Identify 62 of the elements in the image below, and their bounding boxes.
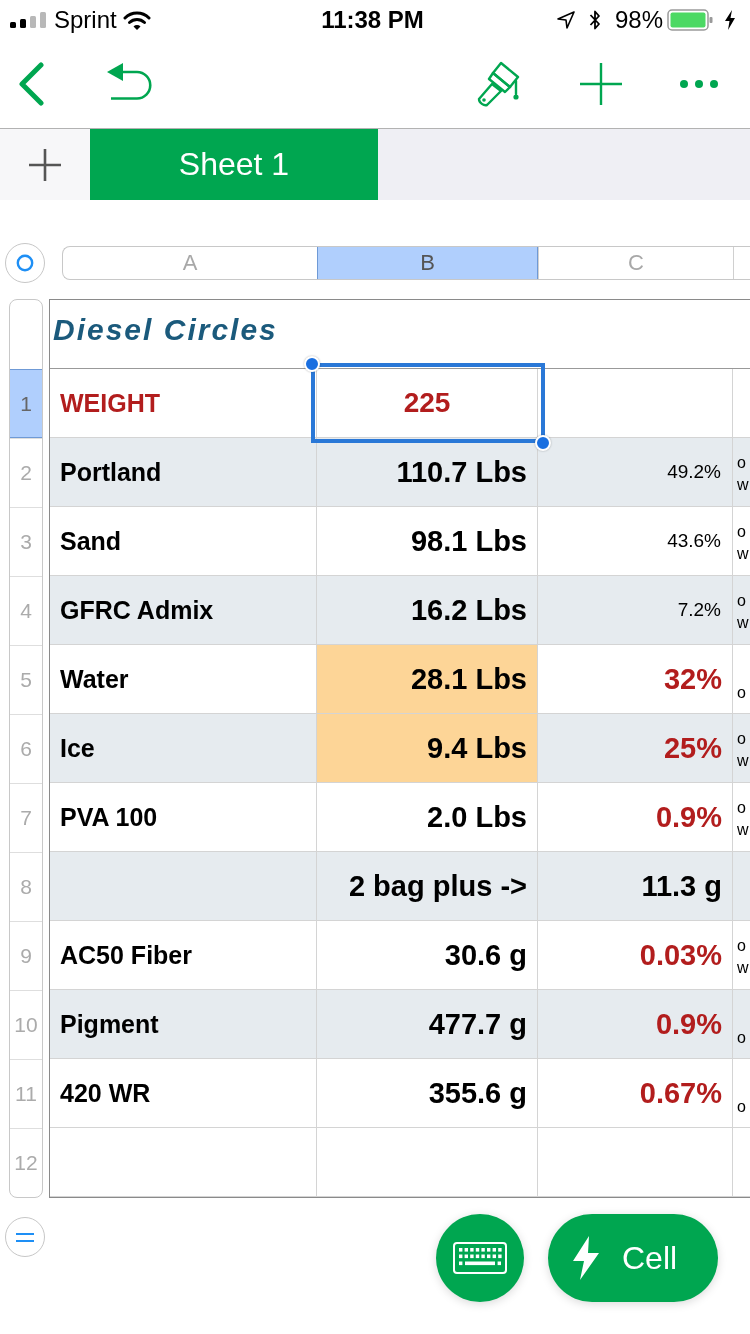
table-cell[interactable]: 0.67% <box>538 1059 733 1128</box>
plus-icon <box>29 148 61 181</box>
carrier-name: Sprint <box>54 6 117 34</box>
bluetooth-icon <box>588 9 601 31</box>
location-icon <box>556 11 575 29</box>
paintbrush-icon[interactable] <box>476 61 522 107</box>
table-title: Diesel Circles <box>52 313 278 347</box>
table-cell[interactable]: 420 WR <box>50 1059 317 1128</box>
clock-time: 11:38 PM <box>321 6 424 34</box>
table-cell[interactable]: 25% <box>538 714 733 783</box>
table-cell[interactable]: 225 <box>317 369 538 438</box>
table-cell[interactable]: o w <box>733 438 750 507</box>
keyboard-button[interactable] <box>436 1214 524 1302</box>
table-cell[interactable]: PVA 100 <box>50 783 317 852</box>
table-cell[interactable]: 355.6 g <box>317 1059 538 1128</box>
column-header[interactable]: B <box>317 247 538 279</box>
selection-handle[interactable] <box>304 356 320 372</box>
table-cell[interactable]: AC50 Fiber <box>50 921 317 990</box>
table-cell[interactable]: Portland <box>50 438 317 507</box>
table-cell[interactable]: WEIGHT <box>50 369 317 438</box>
table-cell[interactable]: 0.9% <box>538 990 733 1059</box>
table-cell[interactable]: Sand <box>50 507 317 576</box>
table-cell[interactable]: 0.9% <box>538 783 733 852</box>
keyboard-icon <box>453 1242 507 1274</box>
table-cell[interactable]: 49.2% <box>538 438 733 507</box>
add-sheet-button[interactable] <box>0 129 90 200</box>
table-cell[interactable]: o w <box>733 576 750 645</box>
table-cell[interactable]: GFRC Admix <box>50 576 317 645</box>
table-cell[interactable]: o <box>733 990 750 1059</box>
charging-icon <box>725 10 735 30</box>
lightning-icon <box>572 1236 600 1280</box>
table-cell[interactable]: 32% <box>538 645 733 714</box>
more-icon[interactable] <box>680 79 718 89</box>
table-cell[interactable]: 16.2 Lbs <box>317 576 538 645</box>
table-cell[interactable]: o w <box>733 714 750 783</box>
table-cell[interactable]: Ice <box>50 714 317 783</box>
table-cell[interactable]: 477.7 g <box>317 990 538 1059</box>
table-cell[interactable]: 110.7 Lbs <box>317 438 538 507</box>
select-all-button[interactable] <box>5 243 45 283</box>
wifi-icon <box>122 10 151 30</box>
table-cell[interactable]: 9.4 Lbs <box>317 714 538 783</box>
table-cell[interactable]: Pigment <box>50 990 317 1059</box>
table-cell[interactable]: 0.03% <box>538 921 733 990</box>
table-cell[interactable]: 28.1 Lbs <box>317 645 538 714</box>
add-icon[interactable] <box>580 63 622 105</box>
table-cell[interactable]: 11.3 g <box>538 852 733 921</box>
table-cell[interactable]: 7.2% <box>538 576 733 645</box>
signal-icon <box>10 12 48 28</box>
table-cell[interactable]: Water <box>50 645 317 714</box>
table-cell[interactable]: 98.1 Lbs <box>317 507 538 576</box>
equals-button[interactable] <box>5 1217 45 1257</box>
table-cell[interactable]: 43.6% <box>538 507 733 576</box>
row-header[interactable]: 1 <box>10 369 42 438</box>
equals-icon <box>16 1232 34 1242</box>
undo-icon[interactable] <box>107 63 153 101</box>
battery-icon <box>667 9 713 31</box>
table-cell[interactable]: 30.6 g <box>317 921 538 990</box>
table-cell[interactable]: 2 bag plus -> <box>317 852 538 921</box>
table-cell[interactable]: 2.0 Lbs <box>317 783 538 852</box>
battery-percent: 98% <box>614 6 663 34</box>
ring-icon <box>16 254 34 272</box>
back-icon[interactable] <box>18 62 44 106</box>
